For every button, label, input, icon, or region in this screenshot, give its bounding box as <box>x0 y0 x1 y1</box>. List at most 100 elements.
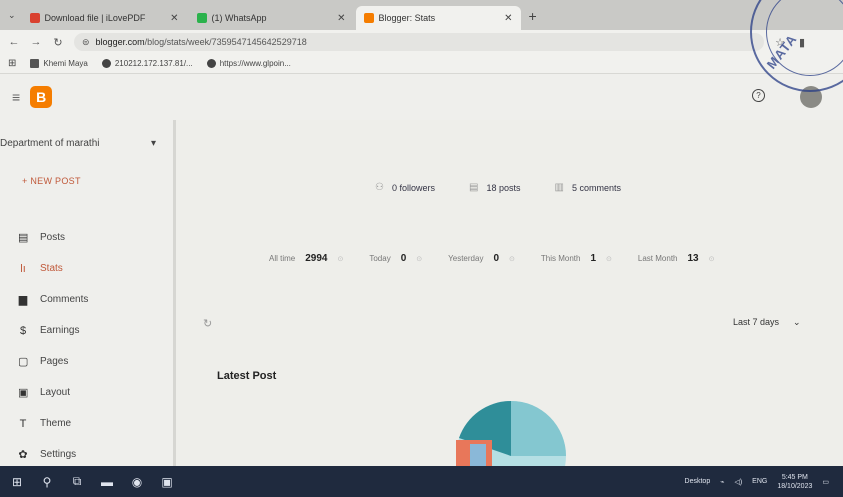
clock-time: 5:45 PM <box>781 473 808 481</box>
blogger-favicon-icon <box>363 13 374 23</box>
bookmark-item[interactable]: Khemi Maya <box>30 59 88 68</box>
tab-search-icon[interactable]: ⌄ <box>8 10 16 21</box>
count-value: 0 <box>493 253 500 264</box>
reload-icon[interactable]: ↻ <box>52 36 64 49</box>
help-icon[interactable]: ⊙ <box>606 255 612 263</box>
site-info-icon[interactable]: ⊜ <box>82 37 90 48</box>
sidebar-item-label: Comments <box>40 294 89 305</box>
bookmark-item[interactable]: 210212.172.137.81/... <box>101 59 193 68</box>
search-icon[interactable]: ⚲ <box>40 475 54 489</box>
extensions-icon[interactable]: ▮ <box>796 36 808 49</box>
browser-tab-strip: ⌄ Download file | iLovePDF ✕ (1) WhatsAp… <box>0 0 843 30</box>
sidebar-item-label: Theme <box>40 418 72 429</box>
tab-ilovepdf[interactable]: Download file | iLovePDF ✕ <box>22 6 187 30</box>
followers-summary[interactable]: ⚇ 0 followers <box>375 182 435 193</box>
windows-start-icon[interactable]: ⊞ <box>10 475 24 489</box>
count-last-month: Last Month 13 ⊙ <box>638 253 715 264</box>
comments-summary[interactable]: ▥ 5 comments <box>554 182 620 193</box>
bookmark-label: 210212.172.137.81/... <box>114 59 193 68</box>
avatar[interactable] <box>800 86 822 108</box>
sidebar-item-stats[interactable]: lı Stats <box>18 253 88 284</box>
bookmark-item[interactable]: https://www.glpoin... <box>206 59 291 68</box>
bookmark-favicon-icon <box>30 59 40 68</box>
close-tab-icon[interactable]: ✕ <box>337 13 345 24</box>
layout-icon: ▣ <box>18 387 29 399</box>
refresh-icon[interactable]: ↻ <box>203 317 212 330</box>
count-label: Yesterday <box>448 254 484 263</box>
count-all-time: All time 2994 ⊙ <box>269 253 343 264</box>
network-icon[interactable]: ⌁ <box>720 478 724 486</box>
new-tab-button[interactable]: + <box>529 8 537 24</box>
sidebar-item-layout[interactable]: ▣ Layout <box>18 377 88 408</box>
blog-selector[interactable]: Department of marathi ▾ <box>0 138 160 149</box>
volume-icon[interactable]: ◁) <box>734 478 742 486</box>
sidebar-item-comments[interactable]: ▆ Comments <box>18 284 89 315</box>
sidebar-item-label: Layout <box>40 387 71 398</box>
notifications-icon[interactable]: ▭ <box>822 478 829 486</box>
os-taskbar: ⊞ ⚲ ⧉ ▬ ◉ ▣ Desktop ⌁ ◁) ENG 5:45 PM 18/… <box>0 466 843 497</box>
task-view-icon[interactable]: ⧉ <box>70 474 84 489</box>
count-label: This Month <box>540 254 581 263</box>
sidebar-nav: ▤ Posts lı Stats ▆ Comments $ Earnings ▢… <box>18 222 88 470</box>
system-clock[interactable]: 5:45 PM 18/10/2023 <box>777 473 812 491</box>
sidebar-item-pages[interactable]: ▢ Pages <box>18 346 88 377</box>
date-range-select[interactable]: Last 7 days ⌄ <box>733 317 801 328</box>
apps-grid-icon[interactable]: ⊞ <box>8 58 16 69</box>
blog-name: Department of marathi <box>0 138 100 149</box>
chrome-icon[interactable]: ◉ <box>130 475 144 489</box>
menu-icon[interactable]: ≡ <box>12 89 20 105</box>
earnings-icon: $ <box>19 324 27 337</box>
posts-summary[interactable]: ▤ 18 posts <box>469 182 520 193</box>
sidebar-item-label: Pages <box>40 356 69 367</box>
dropdown-arrow-icon: ▾ <box>150 138 156 149</box>
comments-count: 5 comments <box>571 182 621 193</box>
forward-arrow-icon[interactable]: → <box>30 36 42 48</box>
comments-icon: ▥ <box>554 182 564 193</box>
bookmark-star-icon[interactable]: ☆ <box>774 36 786 49</box>
back-arrow-icon[interactable]: ← <box>8 36 20 48</box>
close-tab-icon[interactable]: ✕ <box>170 13 178 24</box>
app-icon[interactable]: ▣ <box>160 475 174 489</box>
url-path: /blog/stats/week/7359547145642529718 <box>144 37 307 47</box>
bookmarks-bar: ⊞ Khemi Maya 210212.172.137.81/... https… <box>0 54 843 74</box>
tab-title: Download file | iLovePDF <box>44 13 146 23</box>
sidebar-item-earnings[interactable]: $ Earnings <box>18 315 88 346</box>
new-post-button[interactable]: + NEW POST <box>22 176 81 186</box>
help-icon[interactable]: ⊙ <box>509 255 515 263</box>
count-value: 0 <box>400 253 407 264</box>
globe-icon <box>101 59 111 68</box>
people-icon: ⚇ <box>375 182 384 193</box>
address-toolbar: ← → ↻ ⊜ blogger.com /blog/stats/week/735… <box>0 30 843 54</box>
count-value: 2994 <box>305 253 328 264</box>
sidebar-item-posts[interactable]: ▤ Posts <box>18 222 88 253</box>
sidebar-item-theme[interactable]: T Theme <box>18 408 88 439</box>
comments-icon: ▆ <box>18 294 28 306</box>
blogger-logo[interactable]: B <box>30 86 53 108</box>
bookmark-label: https://www.glpoin... <box>219 59 291 68</box>
tab-blogger-stats[interactable]: Blogger: Stats ✕ <box>355 6 521 30</box>
file-explorer-icon[interactable]: ▬ <box>100 475 114 489</box>
help-icon[interactable]: ⊙ <box>337 255 343 263</box>
sidebar-item-label: Earnings <box>40 325 80 336</box>
tab-whatsapp[interactable]: (1) WhatsApp ✕ <box>189 6 354 30</box>
close-tab-icon[interactable]: ✕ <box>504 13 512 24</box>
blogger-header: ≡ B ? <box>0 74 843 120</box>
sidebar-item-label: Posts <box>40 232 66 243</box>
whatsapp-favicon-icon <box>196 13 207 23</box>
globe-icon <box>206 59 216 68</box>
address-bar[interactable]: ⊜ blogger.com /blog/stats/week/735954714… <box>74 33 764 51</box>
blog-summary: ⚇ 0 followers ▤ 18 posts ▥ 5 comments <box>375 182 621 193</box>
language-indicator[interactable]: ENG <box>752 478 767 485</box>
pages-icon: ▢ <box>18 356 29 368</box>
chevron-down-icon: ⌄ <box>793 317 801 327</box>
theme-icon: T <box>19 417 27 430</box>
posts-icon: ▤ <box>469 182 479 193</box>
pie-slice <box>511 401 566 456</box>
help-icon[interactable]: ? <box>752 89 765 102</box>
count-label: Today <box>369 254 391 263</box>
count-label: All time <box>269 254 296 263</box>
url-domain: blogger.com <box>95 37 145 47</box>
help-icon[interactable]: ⊙ <box>416 255 422 263</box>
help-icon[interactable]: ⊙ <box>709 255 715 263</box>
desktop-label[interactable]: Desktop <box>685 478 711 485</box>
